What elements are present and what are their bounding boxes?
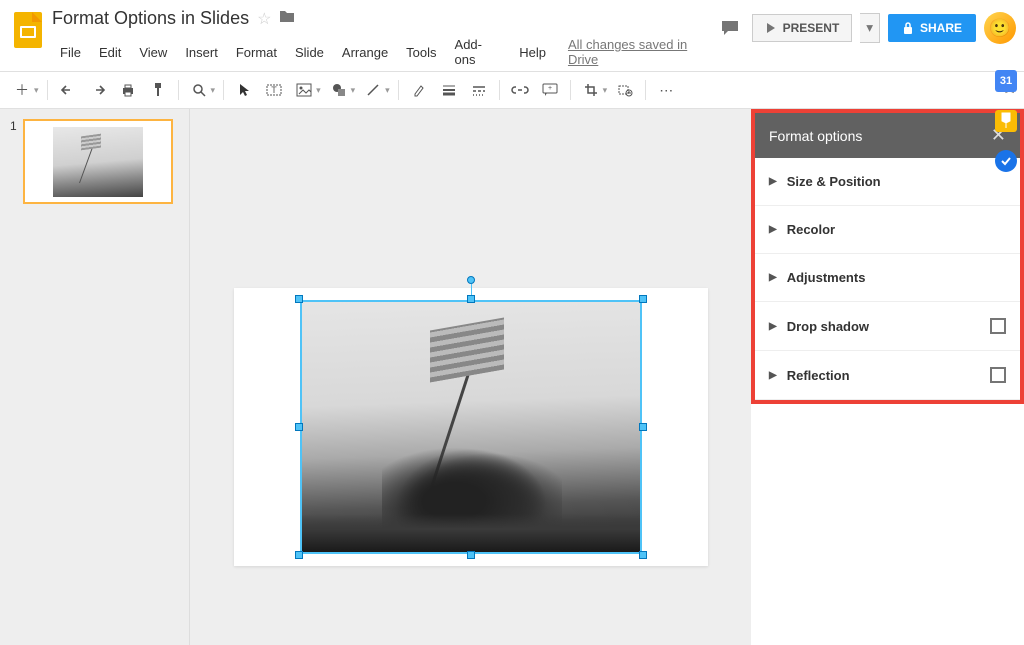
border-dash-button[interactable] [465, 76, 493, 104]
present-dropdown[interactable]: ▾ [860, 13, 880, 43]
undo-button[interactable] [54, 76, 82, 104]
shape-dropdown[interactable]: ▾ [351, 85, 356, 96]
more-button[interactable]: ⋯ [652, 76, 680, 104]
present-label: PRESENT [783, 21, 840, 35]
format-options-header: Format options ✕ [755, 113, 1020, 158]
menu-format[interactable]: Format [228, 41, 285, 64]
side-panel-rail: 31 [992, 70, 1020, 172]
menu-bar: File Edit View Insert Format Slide Arran… [52, 33, 716, 71]
slides-logo[interactable] [8, 10, 48, 50]
resize-handle-e[interactable] [639, 423, 647, 431]
menu-edit[interactable]: Edit [91, 41, 129, 64]
option-drop-shadow[interactable]: ▶ Drop shadow [755, 302, 1020, 351]
svg-text:+: + [548, 85, 552, 92]
crop-dropdown[interactable]: ▾ [603, 85, 608, 96]
zoom-button[interactable] [185, 76, 213, 104]
menu-insert[interactable]: Insert [177, 41, 226, 64]
keep-icon[interactable] [995, 110, 1017, 132]
new-slide-dropdown[interactable]: ▾ [34, 85, 39, 96]
option-recolor[interactable]: ▶ Recolor [755, 206, 1020, 254]
option-size-position[interactable]: ▶ Size & Position [755, 158, 1020, 206]
image-content [300, 300, 642, 554]
menu-slide[interactable]: Slide [287, 41, 332, 64]
share-button[interactable]: SHARE [888, 14, 976, 42]
thumbnail-image [53, 127, 143, 197]
menu-file[interactable]: File [52, 41, 89, 64]
crop-button[interactable] [577, 76, 605, 104]
slide-canvas[interactable] [234, 288, 708, 566]
selected-image[interactable] [300, 300, 642, 554]
slide-number: 1 [10, 119, 17, 204]
thumbnail-panel: 1 [0, 109, 190, 645]
resize-handle-se[interactable] [639, 551, 647, 559]
comment-button[interactable]: + [536, 76, 564, 104]
border-color-button[interactable] [405, 76, 433, 104]
option-label: Adjustments [787, 270, 1006, 285]
image-dropdown[interactable]: ▾ [316, 85, 321, 96]
format-options-panel: Format options ✕ ▶ Size & Position ▶ Rec… [751, 109, 1024, 645]
lock-icon [902, 21, 914, 35]
calendar-icon[interactable]: 31 [995, 70, 1017, 92]
reflection-checkbox[interactable] [990, 367, 1006, 383]
shape-tool[interactable] [325, 76, 353, 104]
comments-button[interactable] [716, 14, 744, 42]
option-label: Size & Position [787, 174, 1006, 189]
textbox-tool[interactable]: T [260, 76, 288, 104]
option-adjustments[interactable]: ▶ Adjustments [755, 254, 1020, 302]
drop-shadow-checkbox[interactable] [990, 318, 1006, 334]
image-tool[interactable] [290, 76, 318, 104]
canvas-area[interactable] [190, 109, 751, 645]
slide-thumbnail[interactable] [23, 119, 173, 204]
present-button[interactable]: PRESENT [752, 14, 853, 42]
chevron-right-icon: ▶ [769, 370, 777, 381]
menu-view[interactable]: View [131, 41, 175, 64]
folder-icon[interactable] [279, 9, 295, 28]
redo-button[interactable] [84, 76, 112, 104]
star-icon[interactable]: ☆ [257, 9, 271, 29]
menu-addons[interactable]: Add-ons [447, 33, 510, 71]
play-icon [765, 22, 777, 34]
chevron-right-icon: ▶ [769, 224, 777, 235]
select-tool[interactable] [230, 76, 258, 104]
resize-handle-n[interactable] [467, 295, 475, 303]
border-weight-button[interactable] [435, 76, 463, 104]
resize-handle-s[interactable] [467, 551, 475, 559]
print-button[interactable] [114, 76, 142, 104]
resize-handle-w[interactable] [295, 423, 303, 431]
chevron-right-icon: ▶ [769, 176, 777, 187]
link-button[interactable] [506, 76, 534, 104]
saved-status[interactable]: All changes saved in Drive [568, 37, 716, 67]
line-dropdown[interactable]: ▾ [385, 85, 390, 96]
chevron-right-icon: ▶ [769, 272, 777, 283]
line-tool[interactable] [359, 76, 387, 104]
option-label: Drop shadow [787, 319, 980, 334]
document-title[interactable]: Format Options in Slides [52, 8, 249, 29]
toolbar: ＋ ▾ ▾ T ▾ ▾ ▾ + ▾ ⋯ ㅅ [0, 71, 1024, 109]
share-label: SHARE [920, 21, 962, 35]
chevron-right-icon: ▶ [769, 321, 777, 332]
tasks-icon[interactable] [995, 150, 1017, 172]
option-label: Reflection [787, 368, 980, 383]
svg-text:T: T [271, 85, 277, 95]
menu-help[interactable]: Help [511, 41, 554, 64]
resize-handle-sw[interactable] [295, 551, 303, 559]
option-label: Recolor [787, 222, 1006, 237]
reset-image-button[interactable] [611, 76, 639, 104]
rotate-handle[interactable] [467, 276, 475, 284]
menu-arrange[interactable]: Arrange [334, 41, 396, 64]
paint-format-button[interactable] [144, 76, 172, 104]
main-area: 1 [0, 109, 1024, 645]
new-slide-button[interactable]: ＋ [8, 76, 36, 104]
resize-handle-ne[interactable] [639, 295, 647, 303]
zoom-dropdown[interactable]: ▾ [211, 85, 216, 96]
resize-handle-nw[interactable] [295, 295, 303, 303]
menu-tools[interactable]: Tools [398, 41, 444, 64]
app-header: Format Options in Slides ☆ File Edit Vie… [0, 0, 1024, 71]
option-reflection[interactable]: ▶ Reflection [755, 351, 1020, 400]
user-avatar[interactable]: 🙂 [984, 12, 1016, 44]
format-options-title: Format options [769, 128, 862, 144]
